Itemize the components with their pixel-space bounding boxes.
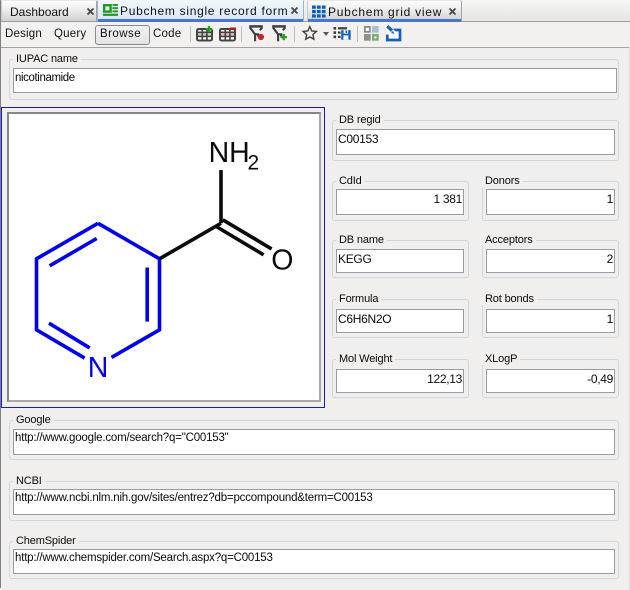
svg-text:2: 2: [248, 152, 260, 175]
svg-text:O: O: [271, 244, 293, 276]
svg-text:NH: NH: [209, 137, 250, 169]
svg-text:N: N: [88, 352, 109, 384]
